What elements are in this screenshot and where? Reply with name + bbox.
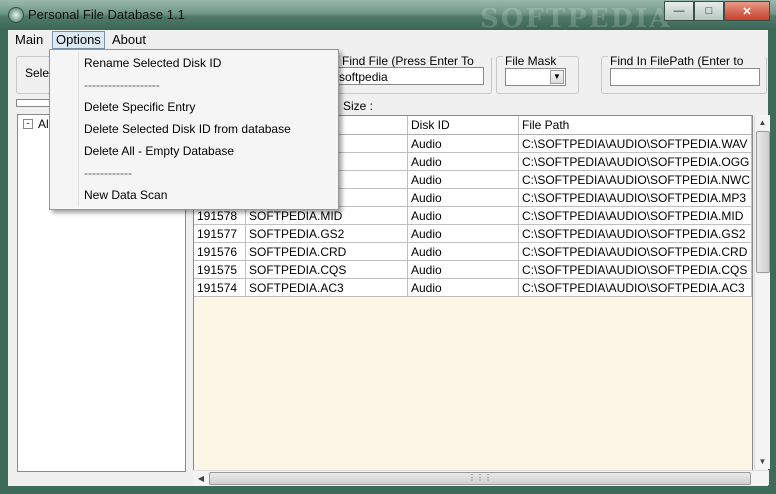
cell-disk-id: Audio [408, 135, 519, 153]
collapse-icon[interactable]: - [23, 119, 33, 129]
table-row[interactable]: 191577 SOFTPEDIA.GS2 Audio C:\SOFTPEDIA\AUD… [194, 225, 752, 243]
cell-name: SOFTPEDIA.GS2 [246, 225, 408, 243]
close-icon: ✕ [742, 5, 752, 18]
file-mask-group: File Mask ▼ [496, 54, 579, 94]
tree-root-node[interactable]: Al [38, 117, 49, 131]
cell-file-path: C:\SOFTPEDIA\AUDIO\SOFTPEDIA.GS2 [519, 225, 752, 243]
horizontal-scrollbar[interactable]: ◀ ⋮⋮⋮ [193, 470, 769, 485]
menu-separator: ------------ [84, 166, 132, 180]
scroll-down-icon[interactable]: ▼ [756, 454, 769, 469]
cell-disk-id: Audio [408, 279, 519, 297]
cell-name: SOFTPEDIA.AC3 [246, 279, 408, 297]
cell-disk-id: Audio [408, 171, 519, 189]
minimize-button[interactable]: — [664, 1, 694, 21]
menu-main[interactable]: Main [12, 32, 46, 48]
cell-name: SOFTPEDIA.CRD [246, 243, 408, 261]
cell-file-path: C:\SOFTPEDIA\AUDIO\SOFTPEDIA.WAV [519, 135, 752, 153]
cell-disk-id: Audio [408, 261, 519, 279]
find-in-path-group: Find In FilePath (Enter to Search) [601, 54, 767, 94]
file-mask-select[interactable]: ▼ [505, 68, 566, 86]
disc-icon[interactable] [8, 7, 24, 23]
menu-delete-all[interactable]: Delete All - Empty Database [50, 140, 336, 162]
maximize-button[interactable]: □ [694, 1, 724, 21]
find-in-path-input[interactable] [610, 68, 760, 86]
cell-id: 191576 [194, 243, 246, 261]
table-row[interactable]: 191575 SOFTPEDIA.CQS Audio C:\SOFTPEDIA\AUD… [194, 261, 752, 279]
cell-name: SOFTPEDIA.CQS [246, 261, 408, 279]
cell-file-path: C:\SOFTPEDIA\AUDIO\SOFTPEDIA.CQS [519, 261, 752, 279]
cell-id: 191575 [194, 261, 246, 279]
cell-id: 191574 [194, 279, 246, 297]
minimize-icon: — [673, 5, 685, 17]
cell-disk-id: Audio [408, 207, 519, 225]
cell-file-path: C:\SOFTPEDIA\AUDIO\SOFTPEDIA.MID [519, 207, 752, 225]
menu-bar: Main Options About [8, 30, 768, 49]
menu-about[interactable]: About [109, 32, 149, 48]
cell-file-path: C:\SOFTPEDIA\AUDIO\SOFTPEDIA.NWC [519, 171, 752, 189]
cell-disk-id: Audio [408, 189, 519, 207]
menu-rename-disk-id[interactable]: Rename Selected Disk ID [50, 52, 336, 74]
chevron-down-icon[interactable]: ▼ [550, 70, 564, 84]
cell-id: 191577 [194, 225, 246, 243]
cell-file-path: C:\SOFTPEDIA\AUDIO\SOFTPEDIA.AC3 [519, 279, 752, 297]
size-label: Size : [343, 99, 374, 113]
menu-delete-selected-disk-id[interactable]: Delete Selected Disk ID from database [50, 118, 336, 140]
find-file-input[interactable]: softpedia [336, 67, 484, 85]
vertical-scroll-thumb[interactable] [756, 131, 770, 273]
window-title: Personal File Database 1.1 [28, 7, 185, 22]
table-row[interactable]: 191574 SOFTPEDIA.AC3 Audio C:\SOFTPEDIA\AUD… [194, 279, 752, 297]
cell-disk-id: Audio [408, 243, 519, 261]
window-controls: — □ ✕ [664, 1, 770, 21]
menu-new-data-scan[interactable]: New Data Scan [50, 184, 336, 206]
cell-file-path: C:\SOFTPEDIA\AUDIO\SOFTPEDIA.OGG [519, 153, 752, 171]
cell-disk-id: Audio [408, 225, 519, 243]
title-bar: Personal File Database 1.1 SOFTPEDIA — □… [0, 0, 776, 34]
file-mask-label: File Mask [503, 54, 559, 68]
close-button[interactable]: ✕ [724, 1, 770, 21]
horizontal-scroll-thumb[interactable]: ⋮⋮⋮ [209, 472, 751, 485]
menu-separator: ------------------- [84, 78, 160, 92]
menu-delete-specific-entry[interactable]: Delete Specific Entry [50, 96, 336, 118]
scroll-left-icon[interactable]: ◀ [194, 471, 208, 486]
cell-file-path: C:\SOFTPEDIA\AUDIO\SOFTPEDIA.CRD [519, 243, 752, 261]
scroll-up-icon[interactable]: ▲ [756, 115, 769, 130]
maximize-icon: □ [705, 5, 713, 17]
cell-disk-id: Audio [408, 153, 519, 171]
vertical-scrollbar[interactable]: ▲ ▼ [754, 115, 770, 469]
cell-file-path: C:\SOFTPEDIA\AUDIO\SOFTPEDIA.MP3 [519, 189, 752, 207]
find-file-group: Find File (Press Enter To Search) softpe… [333, 54, 492, 94]
column-header-disk-id[interactable]: Disk ID [408, 116, 519, 134]
menu-options[interactable]: Options [52, 31, 105, 49]
column-header-file-path[interactable]: File Path [519, 116, 752, 134]
options-menu-dropdown: Rename Selected Disk ID ----------------… [49, 49, 339, 210]
table-row[interactable]: 191576 SOFTPEDIA.CRD Audio C:\SOFTPEDIA\AUD… [194, 243, 752, 261]
